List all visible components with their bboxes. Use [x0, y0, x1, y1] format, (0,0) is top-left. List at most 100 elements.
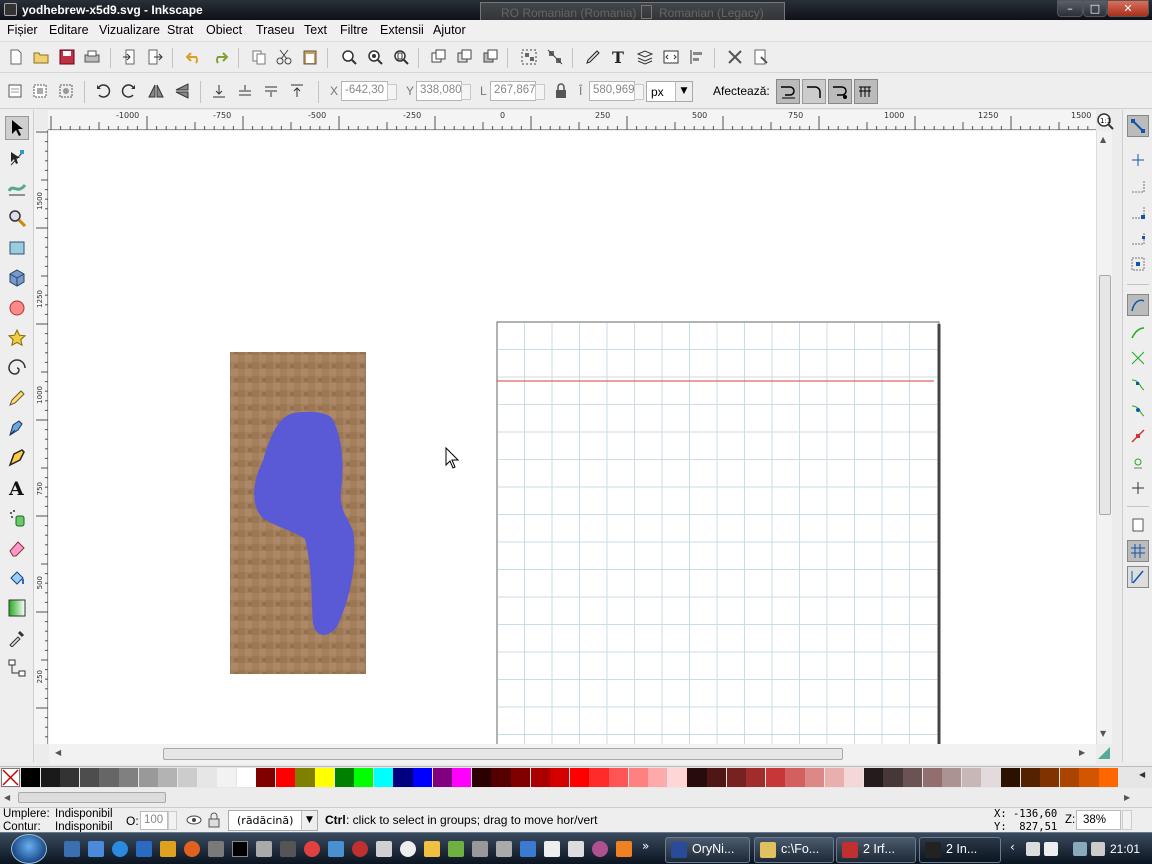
layer-select[interactable]: (rădăcină) ▼ — [228, 810, 318, 831]
scroll-left-icon[interactable]: ◀ — [55, 748, 61, 757]
color-swatch[interactable] — [903, 768, 923, 787]
palette-scroll-right-icon[interactable]: ▶ — [1124, 793, 1130, 802]
eraser-tool-icon[interactable] — [5, 536, 29, 560]
clock[interactable]: 21:01 — [1110, 842, 1140, 856]
folder-icon[interactable] — [424, 841, 440, 857]
star-tool-icon[interactable] — [5, 326, 29, 350]
xml-editor-icon[interactable] — [661, 47, 681, 67]
paint-bucket-tool-icon[interactable] — [5, 566, 29, 590]
horizontal-scroll-thumb[interactable] — [163, 748, 843, 760]
snap-page-border-icon[interactable] — [1128, 515, 1148, 535]
tray-app-icon[interactable] — [1026, 842, 1040, 856]
text-font-icon[interactable]: T — [609, 47, 629, 67]
network-icon[interactable] — [1073, 842, 1087, 856]
no-paint-swatch[interactable] — [1, 768, 20, 787]
maximize-button[interactable]: □ — [1083, 0, 1107, 17]
vertical-scroll-thumb[interactable] — [1099, 275, 1111, 515]
snap-bbox-edge-icon[interactable] — [1128, 176, 1148, 196]
color-swatch[interactable] — [922, 768, 942, 787]
scale-corners-toggle[interactable] — [802, 79, 826, 104]
menu-obiect[interactable]: Obiect — [206, 23, 242, 37]
color-swatch[interactable] — [707, 768, 727, 787]
paint-icon[interactable] — [520, 841, 536, 857]
connector-tool-icon[interactable] — [5, 656, 29, 680]
menu-filtre[interactable]: Filtre — [340, 23, 368, 37]
color-swatch[interactable] — [452, 768, 472, 787]
paste-icon[interactable] — [300, 47, 320, 67]
tools-icon[interactable] — [208, 841, 224, 857]
color-swatch[interactable] — [765, 768, 785, 787]
transform-gradients-toggle[interactable] — [828, 79, 852, 104]
color-swatch[interactable] — [961, 768, 981, 787]
palette-scroll-thumb[interactable] — [18, 792, 166, 803]
menu-strat[interactable]: Strat — [167, 23, 193, 37]
eye-icon[interactable] — [186, 812, 202, 828]
rotate-ccw-icon[interactable] — [93, 81, 113, 101]
window-switcher-icon[interactable] — [88, 841, 104, 857]
rotate-cw-icon[interactable] — [119, 81, 139, 101]
rectangle-tool-icon[interactable] — [5, 236, 29, 260]
tray-expand-icon[interactable]: ‹ — [1010, 840, 1015, 854]
media-icon[interactable] — [160, 841, 176, 857]
archive-icon[interactable] — [472, 841, 488, 857]
color-swatch[interactable] — [1040, 768, 1060, 787]
color-swatch[interactable] — [628, 768, 648, 787]
menu-ajutor[interactable]: Ajutor — [433, 23, 466, 37]
fill-value[interactable]: Indisponibil — [55, 808, 113, 820]
color-swatch[interactable] — [530, 768, 550, 787]
zoom-spinner[interactable] — [1122, 810, 1132, 830]
duplicate-icon[interactable] — [429, 47, 449, 67]
open-icon[interactable] — [31, 47, 51, 67]
menu-editare[interactable]: Editare — [49, 23, 89, 37]
color-swatch[interactable] — [21, 768, 41, 787]
opacity-field[interactable]: 100 — [140, 811, 168, 830]
dropper-tool-icon[interactable] — [5, 626, 29, 650]
color-swatch[interactable] — [609, 768, 629, 787]
color-swatch[interactable] — [275, 768, 295, 787]
snap-midpoints-icon[interactable] — [1128, 426, 1148, 446]
select-all-icon[interactable] — [5, 81, 25, 101]
media-player-icon[interactable] — [352, 841, 368, 857]
color-swatch[interactable] — [1001, 768, 1021, 787]
y-coordinate-field[interactable]: 338,080 — [416, 81, 471, 101]
chrome-icon[interactable] — [304, 841, 320, 857]
minimize-button[interactable]: – — [1057, 0, 1083, 17]
vertical-scrollbar[interactable]: ▲ ▼ — [1096, 131, 1112, 744]
snap-path-icon[interactable] — [1128, 322, 1148, 342]
color-swatch[interactable] — [138, 768, 158, 787]
spray-tool-icon[interactable] — [5, 506, 29, 530]
document-properties-icon[interactable] — [751, 47, 771, 67]
spiral-tool-icon[interactable] — [5, 356, 29, 380]
color-swatch[interactable] — [844, 768, 864, 787]
vlc-icon[interactable] — [616, 841, 632, 857]
new-document-icon[interactable] — [6, 47, 26, 67]
snap-guides-icon[interactable] — [1127, 566, 1149, 588]
x-coordinate-field[interactable]: -642,30 — [341, 81, 397, 101]
color-swatch[interactable] — [550, 768, 570, 787]
more-quicklaunch-icon[interactable]: » — [642, 839, 649, 853]
lower-bottom-icon[interactable] — [209, 81, 229, 101]
color-swatch[interactable] — [942, 768, 962, 787]
tray-monitor-icon[interactable] — [1044, 842, 1058, 856]
language-indicator[interactable]: RO Romanian (Romania) — [501, 6, 636, 20]
color-swatch[interactable] — [413, 768, 433, 787]
palette-scrollbar[interactable]: ◀ ▶ — [0, 789, 1152, 807]
group-icon[interactable] — [519, 47, 539, 67]
color-swatch[interactable] — [177, 768, 197, 787]
color-swatch[interactable] — [119, 768, 139, 787]
clock-app-icon[interactable] — [400, 841, 416, 857]
editor-icon[interactable] — [448, 841, 464, 857]
color-swatch[interactable] — [589, 768, 609, 787]
desktop-icon[interactable] — [64, 841, 80, 857]
pen-tool-icon[interactable] — [5, 416, 29, 440]
node-tool-icon[interactable] — [5, 146, 29, 170]
color-swatch[interactable] — [217, 768, 237, 787]
snap-rotation-center-icon[interactable] — [1128, 478, 1148, 498]
selector-tool-icon[interactable] — [5, 116, 29, 140]
snap-object-center-icon[interactable] — [1128, 452, 1148, 472]
deselect-icon[interactable] — [56, 81, 76, 101]
color-swatch[interactable] — [746, 768, 766, 787]
color-swatch[interactable] — [79, 768, 99, 787]
lower-icon[interactable] — [235, 81, 255, 101]
color-swatch[interactable] — [158, 768, 178, 787]
